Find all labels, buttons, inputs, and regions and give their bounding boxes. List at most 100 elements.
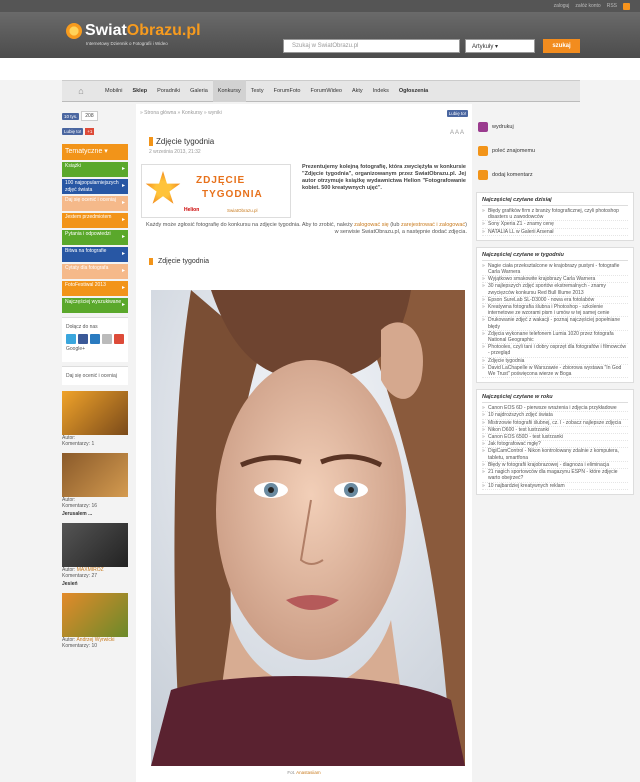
article-date: 2 września 2013, 21:32 xyxy=(149,149,201,155)
rss-icon[interactable] xyxy=(623,2,630,10)
twitter-icon[interactable] xyxy=(66,334,76,344)
list-item[interactable]: Canon EOS 6D - pierwsze wrażenia i zdjęc… xyxy=(482,405,628,413)
article-fb-like[interactable]: Lubię to! xyxy=(446,110,468,117)
thumb-item: Jerusalem ... Autor: MAXMIROZ Komentarzy: … xyxy=(62,511,128,579)
article-body: Każdy może zgłosić fotografię do konkurs… xyxy=(141,222,467,236)
home-icon[interactable]: ⌂ xyxy=(62,80,100,102)
list-item[interactable]: Photoolex, czyli tani i dobry osprzęt dl… xyxy=(482,344,628,358)
blog-icon[interactable] xyxy=(90,334,100,344)
facebook-icon[interactable] xyxy=(78,334,88,344)
thumb-image[interactable] xyxy=(62,523,128,567)
login-link[interactable]: zaloguj xyxy=(554,3,570,9)
list-item[interactable]: DigiCamControl - Nikon kontrolowany zdal… xyxy=(482,448,628,462)
gplus-icon[interactable] xyxy=(114,334,124,344)
nav-item[interactable]: Ogłoszenia xyxy=(394,80,433,102)
star-icon xyxy=(145,171,181,204)
nav-item[interactable]: Konkursy xyxy=(212,80,246,102)
thematic-menu-header[interactable]: Tematyczne ▾ xyxy=(62,144,128,160)
thematic-menu-item[interactable]: Pytania i odpowiedzi xyxy=(62,230,128,245)
nav-item[interactable]: ForumFoto xyxy=(269,80,306,102)
right-sidebar: wydrukuj poleć znajomemu dodaj komentarz N… xyxy=(476,120,634,501)
search-category-select[interactable]: Artykuły ▾ xyxy=(465,39,535,53)
tool-2[interactable]: dodaj komentarz xyxy=(476,168,634,182)
list-item[interactable]: Jak fotografować mgłę? xyxy=(482,441,628,449)
list-item[interactable]: 30 najlepszych zdjęć sportów ekstremalny… xyxy=(482,283,628,297)
share-count: 208 xyxy=(81,111,98,121)
font-size-controls[interactable]: A A A xyxy=(450,130,464,136)
list-item[interactable]: Wyjątkowo smakowite krajobrazy Carla War… xyxy=(482,276,628,284)
rss-link[interactable]: RSS xyxy=(607,3,617,9)
thematic-menu-item[interactable]: Jestem przedmiotem xyxy=(62,213,128,228)
rate-box[interactable]: Daj się ocenić i oceniaj xyxy=(62,366,128,385)
search-button[interactable]: szukaj xyxy=(543,39,580,53)
list-item[interactable]: Zdjęcia wykonane telefonem Lumia 1020 pr… xyxy=(482,331,628,345)
tool-0[interactable]: wydrukuj xyxy=(476,120,634,134)
thematic-menu-item[interactable]: FotoFestiwal 2013 xyxy=(62,281,128,296)
register-link[interactable]: załóż konto xyxy=(575,3,600,9)
search-input[interactable]: Szukaj w SwiatObrazu.pl xyxy=(283,39,460,53)
list-item[interactable]: Zdjęcie tygodnia xyxy=(482,358,628,365)
thematic-menu-item[interactable]: Książki xyxy=(62,162,128,177)
nav-item[interactable]: Sklep xyxy=(127,80,152,102)
nav-item[interactable]: Mobilni xyxy=(100,80,127,102)
winning-photo[interactable] xyxy=(151,290,465,766)
nav-item[interactable]: Akty xyxy=(347,80,368,102)
thumb-image[interactable] xyxy=(62,593,128,637)
register-inline-link[interactable]: zarejestrować i zalogować xyxy=(401,222,465,228)
list-item[interactable]: 10 najbardziej kreatywnych reklam xyxy=(482,483,628,490)
fb-like-button[interactable]: Lubię to! xyxy=(62,127,84,135)
thematic-menu-item[interactable]: Daj się ocenić i oceniaj xyxy=(62,196,128,211)
list-item[interactable]: Błędy grafików firm z branży fotograficz… xyxy=(482,208,628,222)
caption-author-link[interactable]: Anastasiiam xyxy=(296,770,321,775)
breadcrumb[interactable]: » Strona główna » Konkursy » wyniki xyxy=(140,110,222,116)
nav-item[interactable]: Galeria xyxy=(185,80,213,102)
thumb-item: Autor: Komentarzy: 1 xyxy=(62,391,128,447)
header: SwiatObrazu.pl Internetowy Dziennik o Fo… xyxy=(0,12,640,58)
thematic-menu: Książki 100 najpopularniejszych zdjęć świ… xyxy=(62,162,128,313)
list-item[interactable]: David LaChapelle w Warszawie - zbiorowa … xyxy=(482,365,628,379)
share-icon xyxy=(478,146,488,156)
list-item[interactable]: Nikon D600 - test lustrzanki xyxy=(482,427,628,435)
tool-label: dodaj komentarz xyxy=(492,172,533,178)
thematic-menu-item[interactable]: Bitwa na fotografie xyxy=(62,247,128,262)
logo[interactable]: SwiatObrazu.pl xyxy=(66,22,201,40)
list-item[interactable]: Sony Xperia Z1 - znamy cenę xyxy=(482,221,628,229)
email-icon[interactable] xyxy=(102,334,112,344)
thumb-title[interactable]: Jerusalem ... xyxy=(62,511,128,517)
body-text-1: Każdy może zgłosić fotografię do konkurs… xyxy=(145,222,355,228)
thematic-menu-item[interactable]: Cytaty dla fotografa xyxy=(62,264,128,279)
list-item[interactable]: Mistrzowie fotografii ślubnej, cz. I - z… xyxy=(482,420,628,427)
nav-item[interactable]: Poradniki xyxy=(152,80,185,102)
tool-1[interactable]: poleć znajomemu xyxy=(476,144,634,158)
list-item[interactable]: Canon EOS 650D - test lustrzanki xyxy=(482,434,628,442)
tagline: Internetowy Dziennik o Fotografii i Wide… xyxy=(86,41,168,46)
list-item[interactable]: 21 nagich sportowców dla magazynu ESPN -… xyxy=(482,469,628,483)
thumb-meta: Autor: Komentarzy: 16 xyxy=(62,497,128,509)
banner-line1: ZDJĘCIE xyxy=(196,175,246,186)
fb-likes-badge[interactable]: 10 tys. xyxy=(62,112,80,120)
thumb-item: Jesień Autor: Andrzej Wyrwicki Komentarzy:… xyxy=(62,581,128,649)
list-item[interactable]: NATALIA LL w Galerii Arsenał xyxy=(482,229,628,236)
list-item[interactable]: Kreatywna fotografia ślubna i Photoshop … xyxy=(482,304,628,318)
nav-item[interactable]: Indeks xyxy=(368,80,394,102)
thumb-meta: Autor: Komentarzy: 1 xyxy=(62,435,128,447)
page-title: Zdjęcie tygodnia xyxy=(149,137,214,146)
list-item[interactable]: Epson SureLab SL-D3000 - nowa era fotola… xyxy=(482,297,628,305)
thumb-image[interactable] xyxy=(62,453,128,497)
login-inline-link[interactable]: zalogować się xyxy=(354,222,389,228)
list-item[interactable]: Drukowanie zdjęć z wakacji - poznaj najc… xyxy=(482,317,628,331)
thumb-image[interactable] xyxy=(62,391,128,435)
list-item[interactable]: Błędy w fotografii krajobrazowej - diagn… xyxy=(482,462,628,470)
thematic-menu-item[interactable]: 100 najpopularniejszych zdjęć świata xyxy=(62,179,128,194)
nav-item[interactable]: ForumWideo xyxy=(305,80,346,102)
gplus-button[interactable]: +1 xyxy=(85,127,95,135)
thumb-comments: Komentarzy: 1 xyxy=(62,441,95,447)
list-item[interactable]: Nagie ciała przeksztalcone w krajobrazy … xyxy=(482,263,628,277)
thematic-menu-item[interactable]: Najczęściej wyszukiwane xyxy=(62,298,128,313)
tool-label: poleć znajomemu xyxy=(492,148,536,154)
nav-item[interactable]: Testy xyxy=(246,80,269,102)
search-select-label: Artykuły xyxy=(472,44,494,50)
top-bar: zaloguj załóż konto RSS xyxy=(0,0,640,12)
thumb-title[interactable]: Jesień xyxy=(62,581,128,587)
list-item[interactable]: 10 najdroższych zdjęć świata xyxy=(482,412,628,420)
